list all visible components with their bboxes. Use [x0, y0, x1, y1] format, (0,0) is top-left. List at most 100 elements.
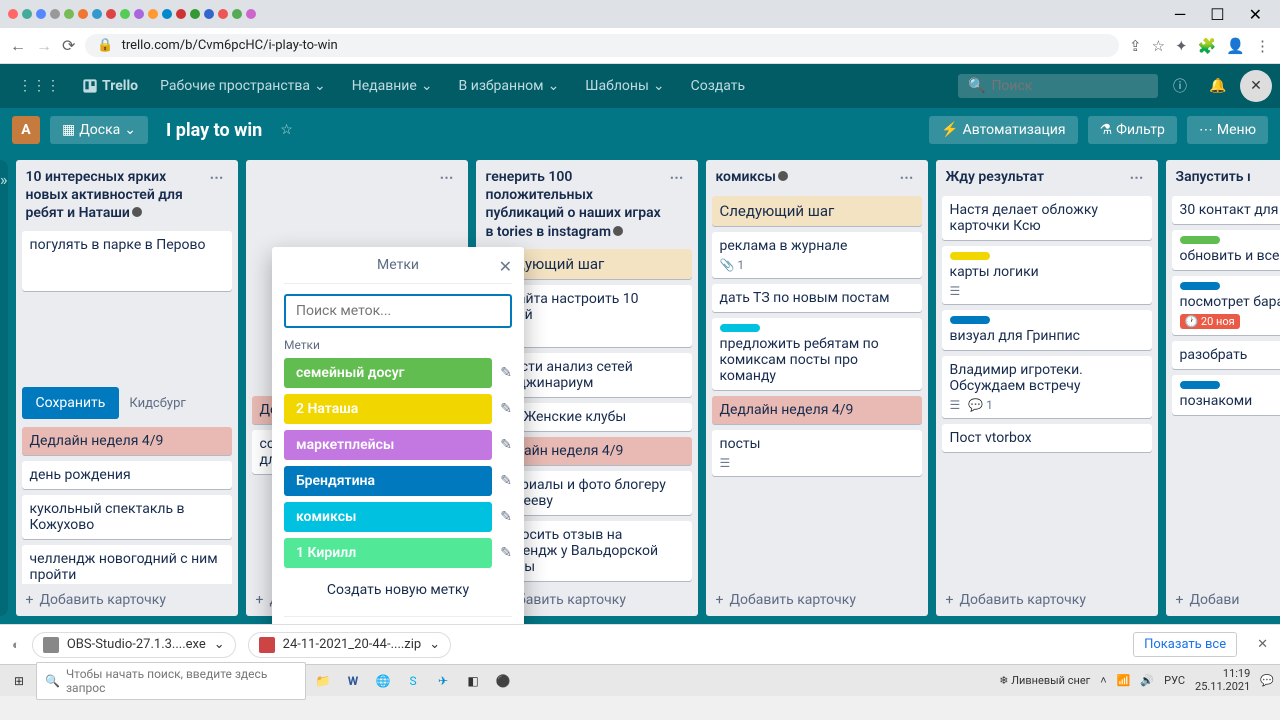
download-item[interactable]: OBS-Studio-27.1.3....exe ⌄: [32, 632, 236, 658]
card-label[interactable]: [1180, 381, 1220, 389]
save-button[interactable]: Сохранить: [22, 387, 120, 419]
card[interactable]: дать ТЗ по новым постам✎: [712, 284, 922, 312]
clock-date[interactable]: 25.11.2021: [1195, 681, 1250, 693]
create-label-button[interactable]: Создать новую метку: [284, 574, 512, 606]
reload-icon[interactable]: ⟳: [62, 36, 75, 55]
tray-chevron-icon[interactable]: ˄: [1100, 674, 1106, 687]
popover-close-icon[interactable]: ✕: [499, 257, 512, 276]
list-menu-icon[interactable]: ⋯: [1126, 168, 1148, 188]
volume-icon[interactable]: 🔊: [1140, 674, 1154, 687]
edit-label-icon[interactable]: ✎: [500, 509, 512, 525]
list-title[interactable]: 10 интересных ярких новых активностей дл…: [26, 168, 202, 223]
close-overlay-icon[interactable]: ✕: [1240, 70, 1272, 102]
notifications-icon[interactable]: 🔔: [1202, 70, 1234, 102]
card[interactable]: день рождения✎: [22, 461, 232, 489]
add-card-button[interactable]: + Добавить карточку: [936, 584, 1158, 616]
board-title[interactable]: I play to win: [158, 120, 270, 141]
card-label[interactable]: [950, 316, 990, 324]
list-title[interactable]: Жду результат: [946, 168, 1122, 186]
network-icon[interactable]: 📶: [1117, 674, 1131, 687]
edit-label-icon[interactable]: ✎: [500, 365, 512, 381]
star-board-icon[interactable]: ☆: [280, 122, 293, 138]
edit-label-icon[interactable]: ✎: [500, 473, 512, 489]
list-menu-icon[interactable]: ⋯: [896, 168, 918, 188]
card[interactable]: обновить и все тренин✎: [1172, 230, 1280, 270]
search-input[interactable]: [991, 78, 1148, 94]
explorer-icon[interactable]: 📁: [310, 668, 336, 694]
card[interactable]: визуал для Гринпис✎: [942, 310, 1152, 350]
templates-menu[interactable]: Шаблоны ⌄: [575, 72, 674, 100]
card[interactable]: Пост vtorbox✎: [942, 424, 1152, 452]
star-icon[interactable]: ☆: [1152, 37, 1165, 55]
share-icon[interactable]: ⇪: [1129, 37, 1142, 55]
label-search-input[interactable]: [284, 294, 512, 328]
apps-grid-icon[interactable]: ⋮⋮⋮: [8, 72, 70, 100]
obs-icon[interactable]: ⚫: [490, 668, 516, 694]
card[interactable]: познакоми✎: [1172, 375, 1280, 415]
list-menu-icon[interactable]: ⋯: [666, 168, 688, 188]
chevron-down-icon[interactable]: ⌄: [429, 637, 440, 652]
card[interactable]: предложить ребятам по комиксам посты про…: [712, 318, 922, 390]
chevron-down-icon[interactable]: ⌄: [214, 637, 225, 652]
card[interactable]: реклама в журнале📎 1✎: [712, 232, 922, 278]
label-chip[interactable]: маркетплейсы: [284, 430, 492, 460]
list-title[interactable]: комиксы: [716, 168, 892, 186]
info-icon[interactable]: ⓘ: [1164, 70, 1196, 102]
card[interactable]: Настя делает обложку карточки Ксю✎: [942, 196, 1152, 240]
card-label[interactable]: [1180, 282, 1220, 290]
board-view-switcher[interactable]: ▦ Доска ⌄: [50, 116, 148, 144]
card[interactable]: Дедлайн неделя 4/9✎: [22, 427, 232, 455]
add-card-button[interactable]: + Добавить карточку: [706, 584, 928, 616]
word-icon[interactable]: W: [340, 668, 366, 694]
add-card-button[interactable]: + Добавить карточку: [16, 584, 238, 616]
card[interactable]: Следующий шаг✎: [712, 196, 922, 226]
start-icon[interactable]: ⊞: [6, 668, 32, 694]
create-button[interactable]: Создать: [681, 72, 756, 100]
add-card-button[interactable]: + Добави: [1166, 584, 1280, 616]
card[interactable]: разобрать✎: [1172, 341, 1280, 369]
app-icon[interactable]: ◧: [460, 668, 486, 694]
puzzle-icon[interactable]: 🧩: [1198, 37, 1217, 55]
card[interactable]: Дедлайн неделя 4/9✎: [712, 396, 922, 424]
card-label[interactable]: [1180, 236, 1220, 244]
label-chip[interactable]: комиксы: [284, 502, 492, 532]
label-chip[interactable]: Брендятина: [284, 466, 492, 496]
trello-logo[interactable]: Trello: [76, 78, 144, 94]
window-close-icon[interactable]: ✕: [1239, 5, 1272, 24]
edit-label-icon[interactable]: ✎: [500, 545, 512, 561]
close-downloads-icon[interactable]: ✕: [1257, 637, 1268, 652]
notifications-tray-icon[interactable]: 💬: [1260, 674, 1274, 687]
telegram-icon[interactable]: ✈: [430, 668, 456, 694]
edit-label-icon[interactable]: ✎: [500, 401, 512, 417]
skype-icon[interactable]: S: [400, 668, 426, 694]
recent-menu[interactable]: Недавние ⌄: [342, 72, 443, 100]
menu-dots-icon[interactable]: ⋮: [1255, 37, 1270, 55]
window-maximize-icon[interactable]: ☐: [1200, 5, 1234, 24]
window-minimize-icon[interactable]: —: [1164, 5, 1197, 24]
show-all-downloads[interactable]: Показать все: [1133, 632, 1237, 657]
card[interactable]: челлендж новогодний с ним пройти✎: [22, 545, 232, 584]
automation-button[interactable]: ⚡ Автоматизация: [929, 116, 1077, 144]
label-chip[interactable]: 1 Кирилл: [284, 538, 492, 568]
list-title[interactable]: Запустить ı: [1176, 168, 1280, 186]
back-icon[interactable]: ←: [10, 36, 26, 56]
workspace-badge[interactable]: А: [12, 116, 40, 144]
filter-button[interactable]: ⚗ Фильтр: [1088, 116, 1177, 144]
card[interactable]: посты☰✎: [712, 430, 922, 476]
label-chip[interactable]: семейный досуг: [284, 358, 492, 388]
chrome-icon[interactable]: 🌐: [370, 668, 396, 694]
board-menu-button[interactable]: ⋯ Меню: [1187, 116, 1268, 144]
weather-widget[interactable]: ❄ Ливневый снег: [999, 674, 1090, 687]
card[interactable]: кукольный спектакль в Кожухово✎: [22, 495, 232, 539]
list-title[interactable]: генерить 100 положительных публикаций о …: [486, 168, 662, 241]
edit-label-icon[interactable]: ✎: [500, 437, 512, 453]
list-menu-icon[interactable]: ⋯: [206, 168, 228, 188]
card[interactable]: карты логики☰✎: [942, 246, 1152, 304]
label-chip[interactable]: 2 Наташа: [284, 394, 492, 424]
card[interactable]: посмотрет барабанов🕐 20 ноя✎: [1172, 276, 1280, 335]
card-composer[interactable]: погулять в парке в Перово: [22, 231, 232, 291]
clock-time[interactable]: 11:19: [1195, 668, 1250, 680]
profile-avatar-icon[interactable]: 👤: [1226, 37, 1245, 55]
card[interactable]: Владимир игротеки. Обсуждаем встречу☰💬 1…: [942, 356, 1152, 418]
starred-menu[interactable]: В избранном ⌄: [449, 72, 570, 100]
